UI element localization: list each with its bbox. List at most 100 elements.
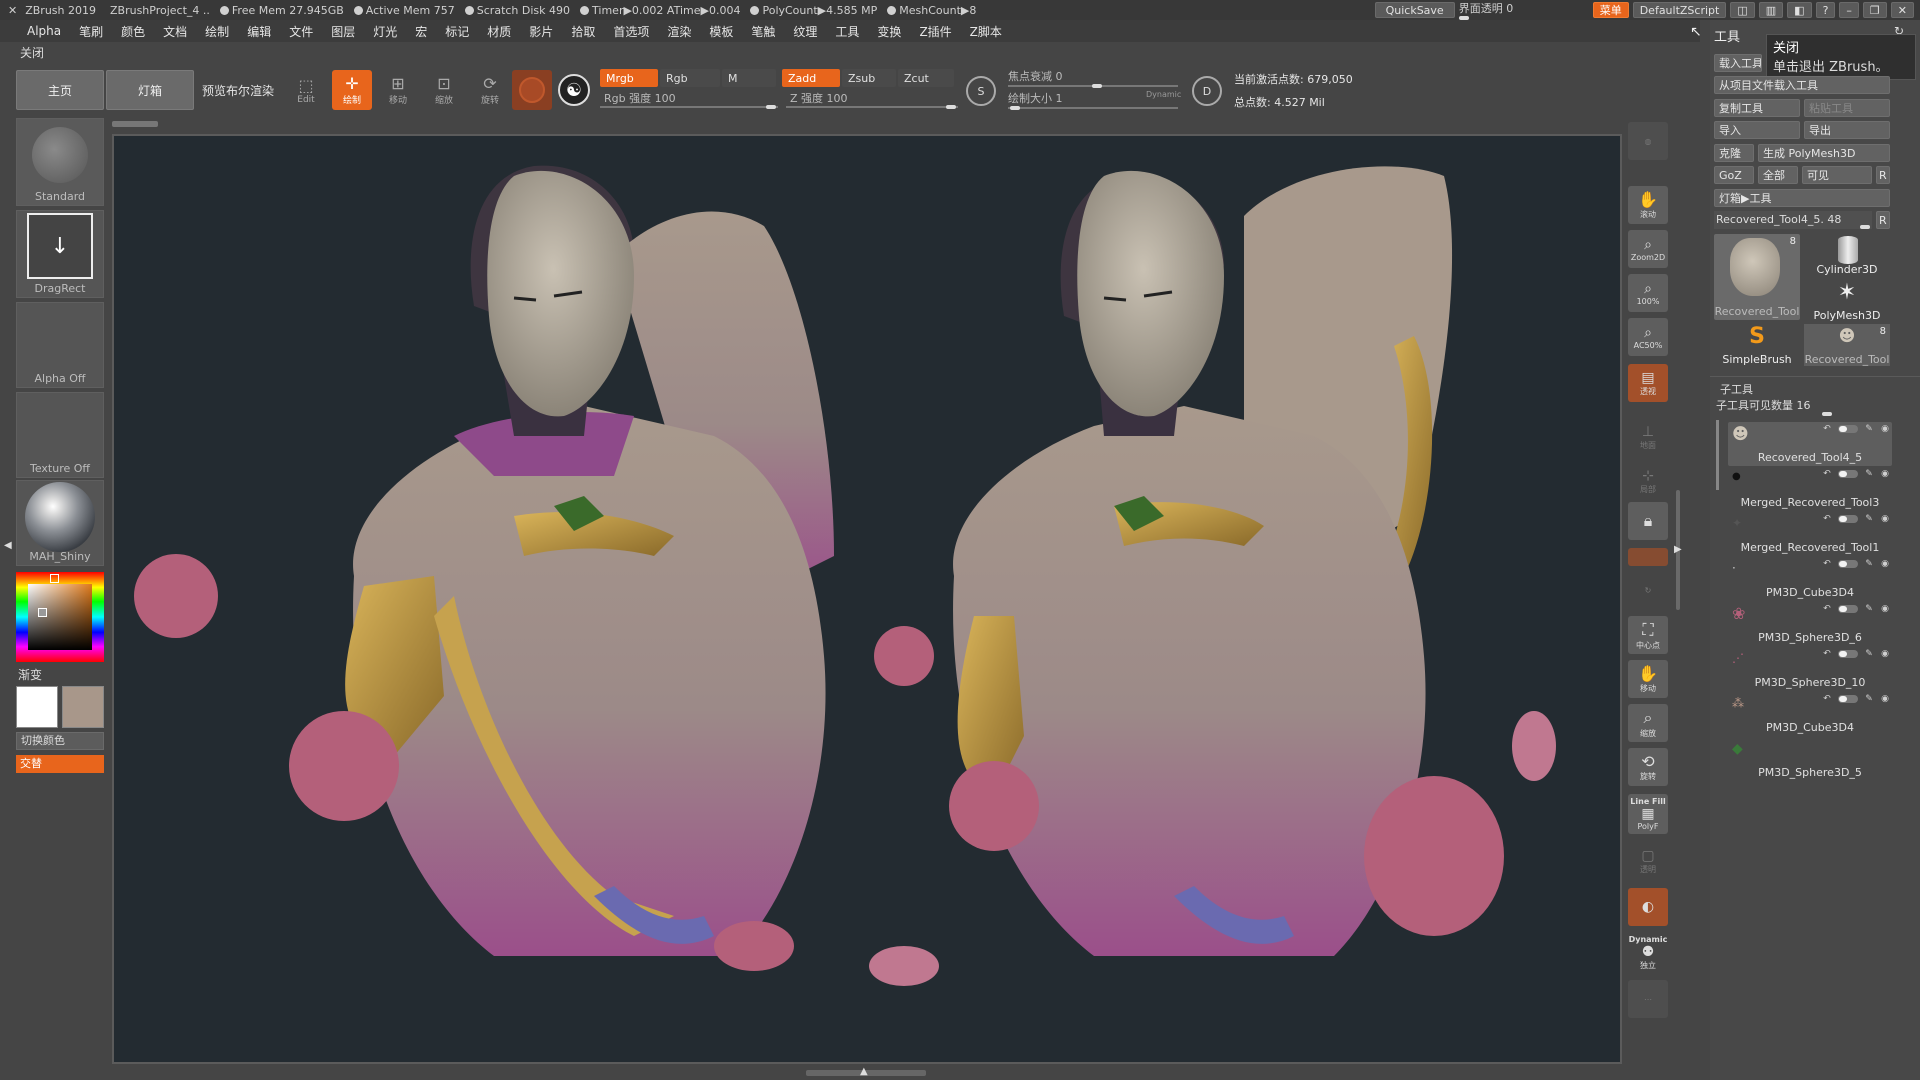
rotate-button[interactable]: ⟳ 旋转 (470, 70, 510, 110)
subtool-header[interactable]: 子工具 (1720, 381, 1753, 397)
subtool-5-polypaint-icon[interactable]: ↶ (1822, 604, 1832, 614)
texture-selector[interactable]: Texture Off (16, 392, 104, 478)
scroll-button[interactable]: ✋ 滚动 (1628, 186, 1668, 224)
dynamic-label[interactable]: Dynamic (1146, 90, 1181, 99)
subtool-item-6[interactable]: ⋰ ↶ ✎ ◉ PM3D_Sphere3D_10 (1728, 647, 1892, 691)
bpr-button[interactable]: 预览布尔渲染 (196, 70, 280, 110)
tool-header[interactable]: 工具 (1714, 26, 1740, 45)
menu-edit[interactable]: 编辑 (238, 23, 280, 40)
subtool-2-brush-icon[interactable]: ✎ (1864, 469, 1874, 479)
subtool-4-polypaint-icon[interactable]: ↶ (1822, 559, 1832, 569)
subtool-3-polypaint-icon[interactable]: ↶ (1822, 514, 1832, 524)
z-intensity-knob[interactable] (946, 105, 956, 109)
subtool-item-2[interactable]: ● ↶ ✎ ◉ Merged_Recovered_Tool3 (1728, 467, 1892, 511)
move-button[interactable]: ⊞ 移动 (378, 70, 418, 110)
subtool-3-toggle[interactable] (1838, 515, 1858, 523)
subtool-1-toggle[interactable] (1838, 425, 1858, 433)
menu-color[interactable]: 颜色 (112, 23, 154, 40)
left-tray-arrow-icon[interactable]: ◀ (4, 540, 12, 560)
draw-button[interactable]: ✛ 绘制 (332, 70, 372, 110)
copy-tool-button[interactable]: 复制工具 (1714, 99, 1800, 117)
m-button[interactable]: M (722, 69, 776, 87)
paste-tool-button[interactable]: 粘贴工具 (1804, 99, 1890, 117)
alternate-button[interactable]: 交替 (16, 755, 104, 773)
brush-selector[interactable]: Standard (16, 118, 104, 206)
canvas-viewport[interactable] (112, 134, 1622, 1064)
draw-size-knob[interactable] (1010, 106, 1020, 110)
tool-thumb-recovered-1[interactable]: 8 Recovered_Tool (1714, 234, 1800, 320)
menu-brush[interactable]: 笔刷 (70, 23, 112, 40)
menu-transform[interactable]: 变换 (868, 23, 910, 40)
load-tool-button[interactable]: 载入工具 (1714, 54, 1762, 72)
menu-marker[interactable]: 标记 (436, 23, 478, 40)
rgb-intensity-knob[interactable] (766, 105, 776, 109)
focal-shift-slider[interactable]: 焦点衰减 0 (1008, 68, 1178, 88)
tool-thumb-polymesh[interactable]: ✶ PolyMesh3D (1804, 280, 1890, 322)
subtool-7-polypaint-icon[interactable]: ↶ (1822, 694, 1832, 704)
z-intensity-slider[interactable]: Z 强度 100 (786, 90, 958, 109)
menu-texture[interactable]: 纹理 (784, 23, 826, 40)
bpr-mini-button[interactable]: ◍ (1628, 122, 1668, 160)
alpha-selector[interactable]: Alpha Off (16, 302, 104, 388)
subtool-1-brush-icon[interactable]: ✎ (1864, 424, 1874, 434)
subtool-item-8[interactable]: ◆ PM3D_Sphere3D_5 (1728, 737, 1892, 781)
tool-r-button[interactable]: R (1876, 211, 1890, 229)
subtool-2-polypaint-icon[interactable]: ↶ (1822, 469, 1832, 479)
layout-2-icon[interactable]: ▥ (1758, 2, 1784, 18)
lock-button[interactable]: 🔒︎ (1628, 502, 1668, 540)
rotate-view-button[interactable]: ⟲ 旋转 (1628, 748, 1668, 786)
draw-size-slider[interactable]: 绘制大小 1 Dynamic (1008, 90, 1181, 110)
clone-button[interactable]: 克隆 (1714, 144, 1754, 162)
transparency-button[interactable]: ▢ 透明 (1628, 842, 1668, 880)
subtool-scrollbar[interactable] (1716, 420, 1719, 490)
spotlight-s-icon[interactable]: S (966, 76, 996, 106)
load-from-project-button[interactable]: 从项目文件载入工具 (1714, 76, 1890, 94)
make-polymesh-button[interactable]: 生成 PolyMesh3D (1758, 144, 1890, 162)
tool-thumb-simplebrush[interactable]: S SimpleBrush (1714, 324, 1800, 366)
import-button[interactable]: 导入 (1714, 121, 1800, 139)
menu-movie[interactable]: 影片 (520, 23, 562, 40)
color-picker[interactable] (16, 572, 104, 662)
axis-icons[interactable]: ↻ (1628, 570, 1668, 610)
layout-3-icon[interactable]: ◧ (1787, 2, 1812, 18)
menu-document[interactable]: 文档 (154, 23, 196, 40)
subtool-7-toggle[interactable] (1838, 695, 1858, 703)
material-selector[interactable]: MAH_Shiny (16, 480, 104, 566)
subtool-3-brush-icon[interactable]: ✎ (1864, 514, 1874, 524)
menu-file[interactable]: 文件 (280, 23, 322, 40)
subtool-6-polypaint-icon[interactable]: ↶ (1822, 649, 1832, 659)
current-tool-knob[interactable] (1860, 225, 1870, 229)
subtool-6-brush-icon[interactable]: ✎ (1864, 649, 1874, 659)
export-button[interactable]: 导出 (1804, 121, 1890, 139)
polyframe-button[interactable]: Line Fill ▦ PolyF (1628, 794, 1668, 834)
move-view-button[interactable]: ✋ 移动 (1628, 660, 1668, 698)
close-menu-item[interactable]: 关闭 (0, 44, 44, 62)
home-button[interactable]: 主页 (16, 70, 104, 110)
subtool-5-eye-icon[interactable]: ◉ (1880, 604, 1890, 614)
subtool-5-toggle[interactable] (1838, 605, 1858, 613)
subtool-3-eye-icon[interactable]: ◉ (1880, 514, 1890, 524)
subtool-visible-slider[interactable]: 子工具可见数量 16 (1714, 397, 1890, 416)
subtool-1-eye-icon[interactable]: ◉ (1880, 424, 1890, 434)
secondary-color-swatch[interactable] (62, 686, 104, 728)
layout-1-icon[interactable]: ◫ (1730, 2, 1755, 18)
viewport-tab-handle[interactable] (112, 121, 158, 127)
subtool-2-eye-icon[interactable]: ◉ (1880, 469, 1890, 479)
main-color-swatch[interactable] (16, 686, 58, 728)
xyz-button[interactable] (1628, 548, 1668, 566)
lightbox-button[interactable]: 灯箱 (106, 70, 194, 110)
solo-button[interactable]: Dynamic ⚉ 独立 (1628, 932, 1668, 974)
current-tool-slider[interactable]: Recovered_Tool4_5. 48 (1714, 211, 1872, 229)
default-zscript-button[interactable]: DefaultZScript (1632, 2, 1727, 18)
mrgb-button[interactable]: Mrgb (600, 69, 658, 87)
gradient-label[interactable]: 渐变 (18, 666, 42, 683)
subtool-item-7[interactable]: ⁂ ↶ ✎ ◉ PM3D_Cube3D4 (1728, 692, 1892, 736)
menu-layer[interactable]: 图层 (322, 23, 364, 40)
subtool-item-1[interactable]: ☻ ↶ ✎ ◉ Recovered_Tool4_5 (1728, 422, 1892, 466)
zoom-view-button[interactable]: ⌕ 缩放 (1628, 704, 1668, 742)
menu-button[interactable]: 菜单 (1592, 2, 1629, 18)
perspective-button[interactable]: ▤ 透视 (1628, 364, 1668, 402)
zadd-button[interactable]: Zadd (782, 69, 840, 87)
menu-render[interactable]: 渲染 (658, 23, 700, 40)
goz-all-button[interactable]: 全部 (1758, 166, 1798, 184)
